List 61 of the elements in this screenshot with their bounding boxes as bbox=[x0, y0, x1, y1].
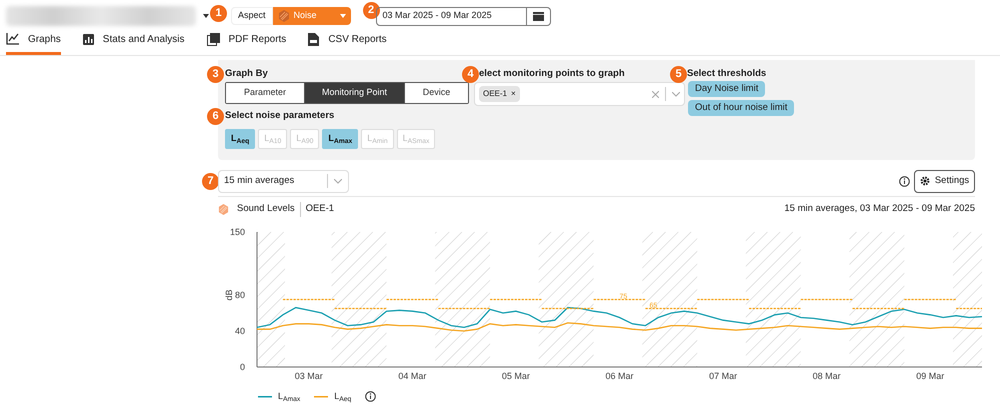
callout-badge: 6 bbox=[207, 108, 224, 125]
tab[interactable]: CSV Reports bbox=[308, 29, 387, 55]
axis-tick-label: 04 Mar bbox=[398, 371, 426, 381]
legend-line-icon bbox=[314, 396, 328, 398]
chart-title: Sound Levels bbox=[237, 202, 301, 217]
chart-summary: 15 min averages, 03 Mar 2025 - 09 Mar 2025 bbox=[784, 202, 975, 216]
caret-icon bbox=[340, 14, 346, 18]
axis-tick-label: 05 Mar bbox=[502, 371, 530, 381]
axis-tick-label: 03 Mar bbox=[294, 371, 323, 381]
settings-button[interactable]: Settings bbox=[914, 170, 975, 192]
tab[interactable]: PDF Reports bbox=[206, 29, 286, 55]
axis-tick-label: 09 Mar bbox=[916, 371, 944, 381]
threshold-chip[interactable]: Day Noise limit bbox=[688, 81, 766, 97]
legend-label[interactable]: L$_{Aeq}$ bbox=[334, 390, 352, 404]
info-icon[interactable] bbox=[899, 176, 910, 186]
monitoring-point-label: OEE-1 bbox=[306, 202, 334, 216]
section-title: Graph By bbox=[225, 67, 268, 82]
aspect-label: Aspect bbox=[231, 7, 273, 25]
parameter-toggle[interactable]: L$_{Amax}$ bbox=[322, 129, 358, 149]
callout-badge: 5 bbox=[670, 66, 687, 83]
section-title: Select thresholds bbox=[687, 67, 766, 82]
hexagon-icon bbox=[218, 204, 229, 215]
axis-tick-label: 150 bbox=[230, 227, 245, 237]
threshold-chip[interactable]: Out of hour noise limit bbox=[688, 100, 794, 116]
legend-label[interactable]: L$_{Amax}$ bbox=[278, 390, 300, 404]
chevron-down-icon bbox=[334, 178, 342, 184]
remove-icon[interactable]: × bbox=[511, 88, 516, 100]
document-icon bbox=[206, 32, 220, 46]
axis-tick-label: 0 bbox=[240, 362, 245, 372]
info-icon[interactable] bbox=[365, 391, 376, 402]
axis-tick-label: 07 Mar bbox=[709, 371, 738, 381]
parameter-toggle[interactable]: L$_{Aeq}$ bbox=[225, 129, 256, 149]
selected-chip: OEE-1 × bbox=[479, 86, 520, 102]
section-title: Select noise parameters bbox=[225, 109, 334, 124]
file-icon bbox=[308, 32, 320, 46]
callout-badge: 7 bbox=[202, 172, 219, 190]
axis-tick-label: 40 bbox=[234, 326, 245, 336]
date-range-field[interactable]: 03 Mar 2025 - 09 Mar 2025 bbox=[376, 6, 527, 26]
segment-option[interactable]: Monitoring Point bbox=[304, 83, 404, 103]
averaging-select[interactable]: 15 min averages bbox=[218, 170, 349, 192]
calendar-button[interactable] bbox=[526, 6, 551, 26]
axis-tick-label: 06 Mar bbox=[606, 371, 634, 381]
callout-badge: 1 bbox=[210, 4, 227, 22]
callout-badge: 4 bbox=[462, 66, 479, 83]
tab[interactable]: Stats and Analysis bbox=[82, 29, 185, 55]
axis-tick-label: 08 Mar bbox=[812, 371, 841, 381]
caret-icon bbox=[203, 14, 209, 18]
callout-badge: 3 bbox=[207, 66, 224, 83]
bar-chart-icon bbox=[82, 34, 94, 44]
section-title: elect monitoring points to graph bbox=[479, 67, 625, 82]
axis-tick-label: 80 bbox=[234, 290, 245, 300]
callout-badge: 2 bbox=[362, 2, 380, 19]
tab[interactable]: Graphs bbox=[6, 29, 61, 55]
hexagon-icon bbox=[278, 10, 290, 22]
legend-line-icon bbox=[258, 396, 272, 398]
axis-title: dB bbox=[224, 290, 234, 300]
segment-option[interactable]: Device bbox=[404, 83, 468, 103]
line-chart-icon bbox=[6, 33, 19, 45]
settings-icon bbox=[920, 176, 930, 186]
monitoring-point-select[interactable]: OEE-1 × bbox=[474, 82, 685, 106]
calendar-icon bbox=[532, 12, 544, 20]
